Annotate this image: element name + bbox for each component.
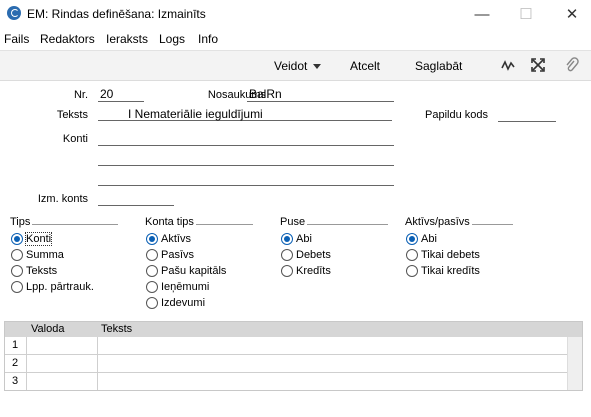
name-field[interactable]: BalRn [247, 87, 394, 102]
radio-asset-liability-abi[interactable]: Abi [406, 231, 437, 246]
table-row[interactable]: 2 [5, 355, 567, 373]
exclude-account-label: Izm. konts [37, 193, 88, 205]
app-icon [7, 6, 21, 20]
radio-label: Abi [421, 232, 437, 245]
create-button[interactable]: Veidot [274, 59, 322, 73]
radio-icon [146, 296, 158, 309]
table-header: Valoda Teksts [5, 322, 582, 337]
radio-selected-icon [281, 232, 293, 245]
radio-asset-liability-credit-only[interactable]: Tikai kredīts [406, 263, 480, 278]
radio-label: Teksts [26, 264, 58, 277]
expand-icon[interactable] [531, 58, 545, 72]
radio-icon [146, 264, 158, 277]
text-label: Teksts [56, 109, 88, 121]
chevron-down-icon [313, 64, 322, 70]
radio-label: Pasīvs [161, 248, 195, 261]
radio-label: Aktīvs [161, 232, 191, 245]
radio-account-type-pasivs[interactable]: Pasīvs [146, 247, 194, 262]
maximize-button[interactable]: ☐ [506, 2, 546, 26]
radio-icon [406, 264, 418, 277]
close-button[interactable]: ✕ [552, 2, 591, 26]
radio-account-type-expense[interactable]: Izdevumi [146, 295, 205, 310]
row-number: 2 [12, 357, 19, 369]
row-number: 3 [12, 375, 19, 387]
radio-selected-icon [406, 232, 418, 245]
minimize-button[interactable]: — [462, 2, 502, 26]
radio-label: Tikai kredīts [421, 264, 480, 277]
title-bar: EM: Rindas definēšana: Izmainīts — ☐ ✕ [0, 0, 591, 28]
radio-label: Kredīts [296, 264, 331, 277]
menu-ieraksts[interactable]: Ieraksts [106, 32, 148, 46]
menu-bar: Fails Redaktors Ieraksts Logs Info [0, 28, 591, 50]
tips-title: Tips [10, 216, 33, 228]
extra-code-field[interactable] [498, 107, 556, 122]
menu-fails[interactable]: Fails [4, 32, 29, 46]
accounts-label: Konti [62, 133, 88, 145]
radio-icon [281, 248, 293, 261]
radio-selected-icon [11, 232, 23, 245]
radio-label: Lpp. pārtrauk. [26, 280, 94, 293]
column-divider [26, 337, 27, 390]
radio-account-type-equity[interactable]: Pašu kapitāls [146, 263, 226, 278]
radio-account-type-income[interactable]: Ieņēmumi [146, 279, 209, 294]
radio-icon [406, 248, 418, 261]
column-header-valoda[interactable]: Valoda [31, 323, 64, 335]
radio-label: Tikai debets [421, 248, 480, 261]
radio-label: Summa [26, 248, 64, 261]
accounts-field-1[interactable] [98, 131, 394, 146]
asset-liability-title: Aktīvs/pasīvs [405, 216, 472, 228]
radio-side-kredits[interactable]: Kredīts [281, 263, 331, 278]
radio-label: Ieņēmumi [161, 280, 210, 293]
table-row[interactable]: 3 [5, 373, 567, 390]
row-number: 1 [12, 339, 19, 351]
radio-label: Pašu kapitāls [161, 264, 227, 277]
radio-label: Izdevumi [161, 296, 206, 309]
side-title: Puse [280, 216, 308, 228]
radio-icon [11, 280, 23, 293]
radio-tips-konti[interactable]: Konti [11, 231, 53, 246]
menu-info[interactable]: Info [198, 32, 218, 46]
save-button[interactable]: Saglabāt [415, 59, 462, 73]
pulse-icon[interactable] [501, 59, 515, 72]
window-title: EM: Rindas definēšana: Izmainīts [27, 7, 206, 21]
radio-icon [11, 264, 23, 277]
radio-asset-liability-debit-only[interactable]: Tikai debets [406, 247, 480, 262]
table-row[interactable]: 1 [5, 337, 567, 355]
radio-label: Abi [296, 232, 312, 245]
radio-icon [146, 280, 158, 293]
radio-selected-icon [146, 232, 158, 245]
accounts-field-3[interactable] [98, 171, 394, 186]
radio-tips-summa[interactable]: Summa [11, 247, 64, 262]
column-divider [97, 337, 98, 390]
vertical-scrollbar[interactable] [567, 337, 582, 390]
cancel-button[interactable]: Atcelt [350, 59, 380, 73]
text-field[interactable]: I Nemateriālie ieguldījumi [98, 107, 392, 121]
nr-label: Nr. [73, 89, 88, 101]
menu-redaktors[interactable]: Redaktors [40, 32, 95, 46]
radio-icon [281, 264, 293, 277]
account-type-title: Konta tips [145, 216, 196, 228]
menu-logs[interactable]: Logs [159, 32, 185, 46]
radio-side-abi[interactable]: Abi [281, 231, 312, 246]
radio-tips-teksts[interactable]: Teksts [11, 263, 57, 278]
nr-field[interactable]: 20 [98, 87, 144, 102]
radio-tips-lpp[interactable]: Lpp. pārtrauk. [11, 279, 94, 294]
language-text-table: Valoda Teksts 1 2 3 [4, 321, 583, 391]
extra-code-label: Papildu kods [425, 109, 488, 121]
column-header-teksts[interactable]: Teksts [101, 323, 132, 335]
exclude-account-field[interactable] [98, 191, 174, 206]
toolbar: Veidot Atcelt Saglabāt [0, 50, 591, 81]
radio-label: Debets [296, 248, 331, 261]
radio-icon [146, 248, 158, 261]
create-label: Veidot [274, 59, 308, 73]
radio-label: Konti [24, 231, 53, 246]
accounts-field-2[interactable] [98, 151, 394, 166]
radio-account-type-aktivs[interactable]: Aktīvs [146, 231, 191, 246]
radio-side-debets[interactable]: Debets [281, 247, 331, 262]
paperclip-icon[interactable] [565, 57, 579, 73]
radio-icon [11, 248, 23, 261]
